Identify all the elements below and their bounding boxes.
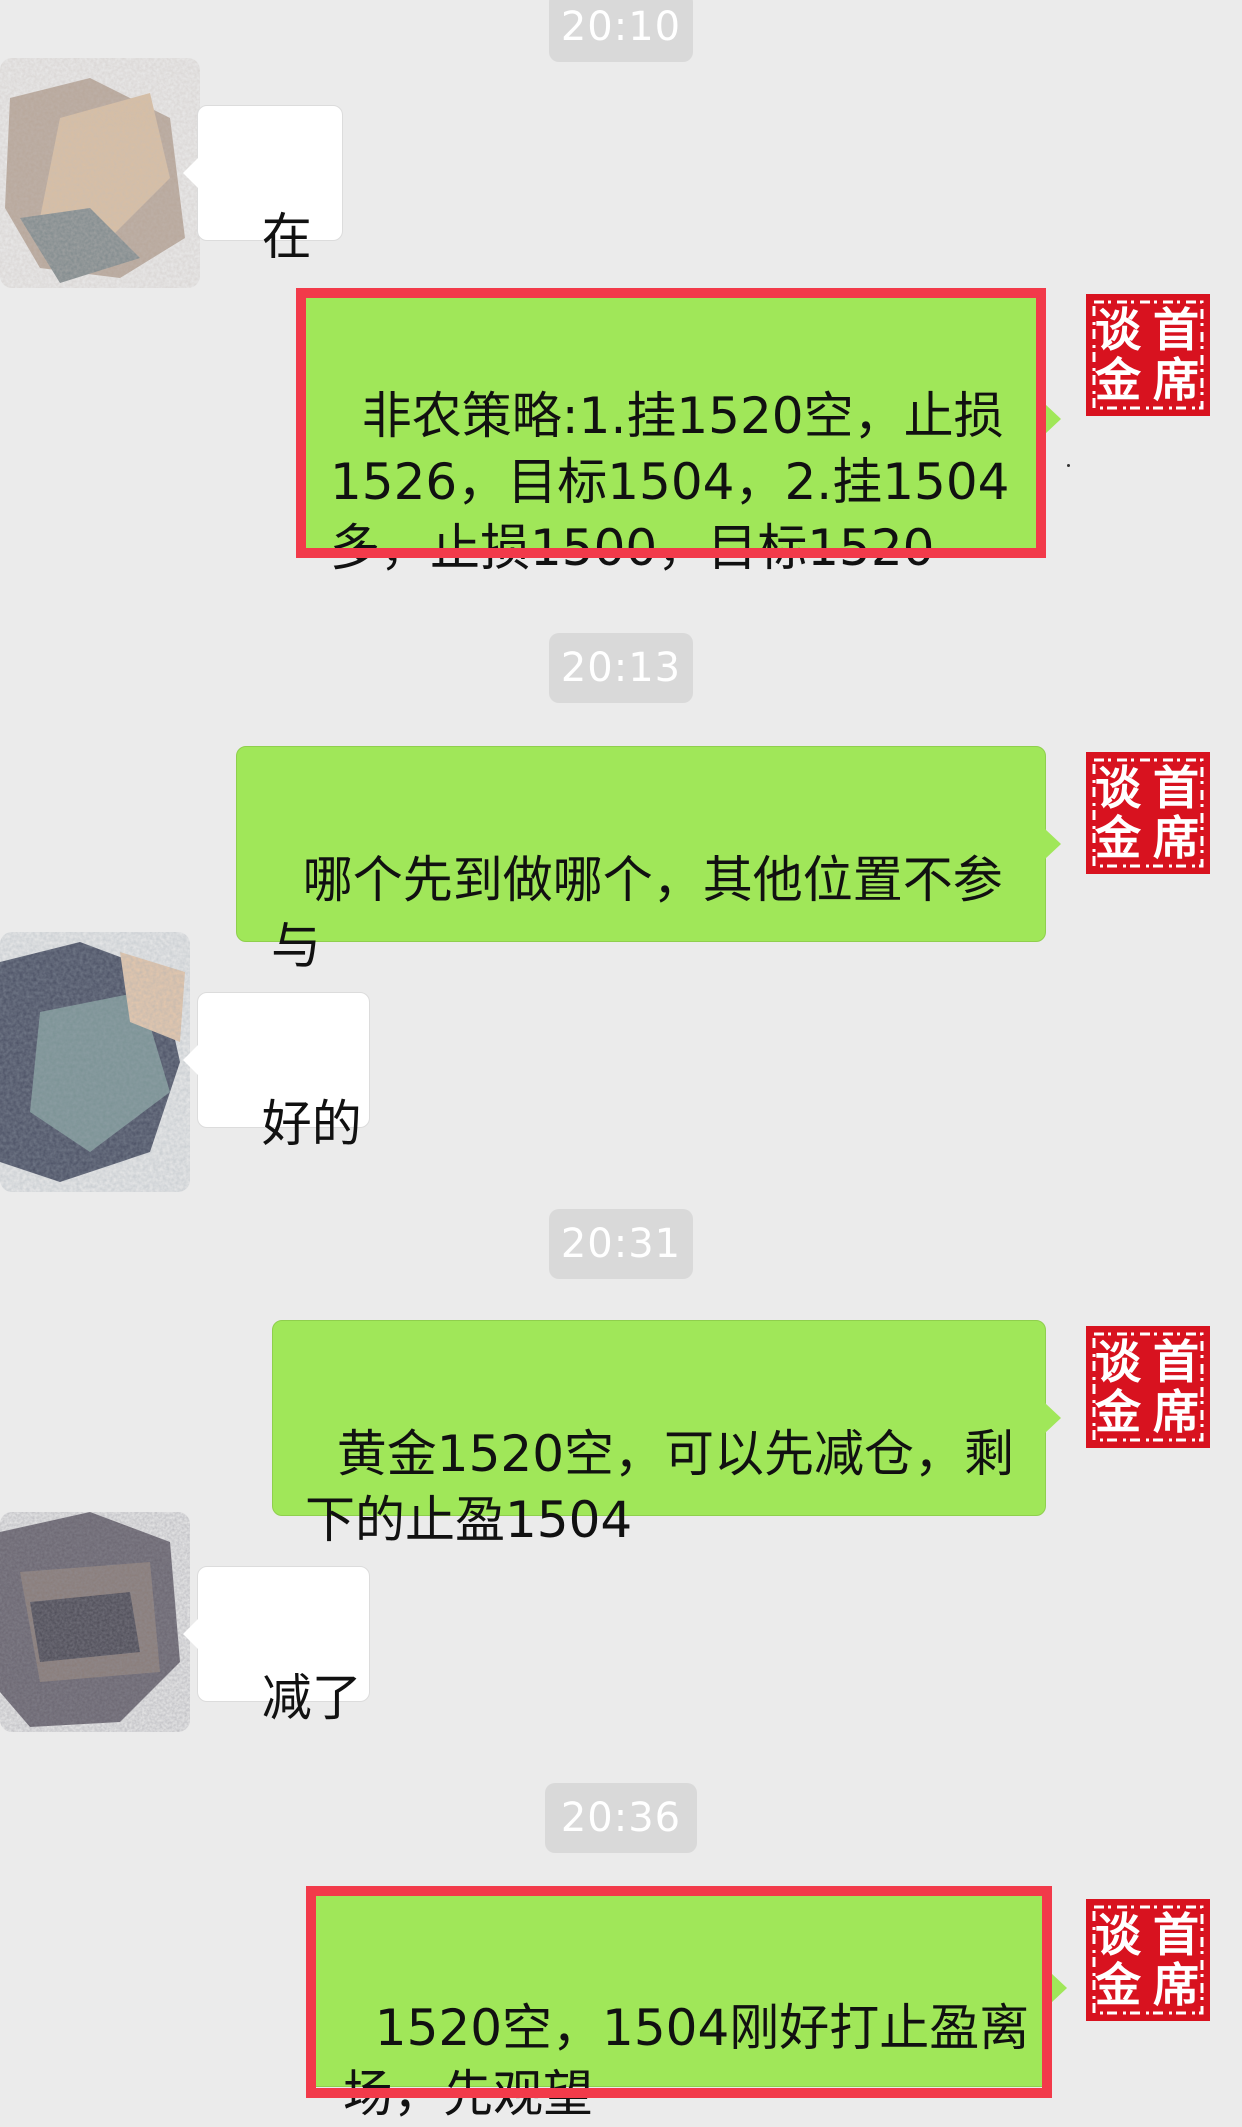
user-avatar[interactable] bbox=[0, 1512, 190, 1732]
stamp-char: 金 bbox=[1094, 353, 1142, 407]
stamp-char: 金 bbox=[1094, 811, 1142, 865]
user-avatar[interactable] bbox=[0, 932, 190, 1192]
stamp-char: 席 bbox=[1153, 1958, 1199, 2012]
speck bbox=[1067, 464, 1070, 467]
message-text: 非农策略:1.挂1520空，止损1526，目标1504，2.挂1504多，止损1… bbox=[330, 387, 1010, 577]
message-bubble-right[interactable]: 黄金1520空，可以先减仓，剩下的止盈1504 bbox=[272, 1320, 1061, 1549]
stamp-char: 首 bbox=[1153, 303, 1199, 357]
message-bubble-right[interactable]: 哪个先到做哪个，其他位置不参与 bbox=[236, 746, 1061, 975]
stamp-char: 谈 bbox=[1095, 1335, 1142, 1389]
message-text: 1520空，1504刚好打止盈离场，先观望 bbox=[343, 1999, 1030, 2123]
message-bubble-right[interactable]: 1520空，1504刚好打止盈离场，先观望 bbox=[306, 1888, 1067, 2123]
user-avatar[interactable] bbox=[0, 58, 200, 288]
message-bubble-left[interactable]: 好的 bbox=[183, 992, 370, 1153]
stamp-char: 席 bbox=[1153, 353, 1199, 407]
timestamp: 20:36 bbox=[545, 1783, 697, 1853]
stamp-avatar[interactable]: 谈 首 金 席 bbox=[1082, 288, 1214, 420]
timestamp: 20:31 bbox=[549, 1209, 693, 1279]
stamp-char: 首 bbox=[1153, 761, 1199, 815]
stamp-char: 谈 bbox=[1095, 761, 1142, 815]
message-bubble-right[interactable]: 非农策略:1.挂1520空，止损1526，目标1504，2.挂1504多，止损1… bbox=[296, 288, 1061, 577]
stamp-char: 金 bbox=[1094, 1385, 1142, 1439]
stamp-char: 首 bbox=[1153, 1335, 1199, 1389]
stamp-char: 金 bbox=[1094, 1958, 1142, 2012]
message-text: 黄金1520空，可以先减仓，剩下的止盈1504 bbox=[305, 1425, 1015, 1549]
stamp-char: 谈 bbox=[1095, 303, 1142, 357]
message-bubble-left[interactable]: 在 bbox=[183, 105, 343, 266]
message-text: 在 bbox=[261, 208, 312, 266]
stamp-char: 席 bbox=[1153, 811, 1199, 865]
stamp-avatar[interactable]: 谈 首 金 席 bbox=[1082, 1320, 1214, 1452]
message-text: 好的 bbox=[261, 1095, 362, 1153]
timestamp: 20:13 bbox=[549, 633, 693, 703]
stamp-char: 首 bbox=[1153, 1908, 1199, 1962]
stamp-avatar[interactable]: 谈 首 金 席 bbox=[1082, 746, 1214, 878]
message-text: 减了 bbox=[261, 1669, 362, 1727]
message-text: 哪个先到做哪个，其他位置不参与 bbox=[271, 851, 1003, 975]
stamp-char: 席 bbox=[1153, 1385, 1199, 1439]
timestamp: 20:10 bbox=[549, 0, 693, 62]
stamp-avatar[interactable]: 谈 首 金 席 bbox=[1082, 1893, 1214, 2025]
message-bubble-left[interactable]: 减了 bbox=[183, 1566, 370, 1727]
stamp-char: 谈 bbox=[1095, 1908, 1142, 1962]
